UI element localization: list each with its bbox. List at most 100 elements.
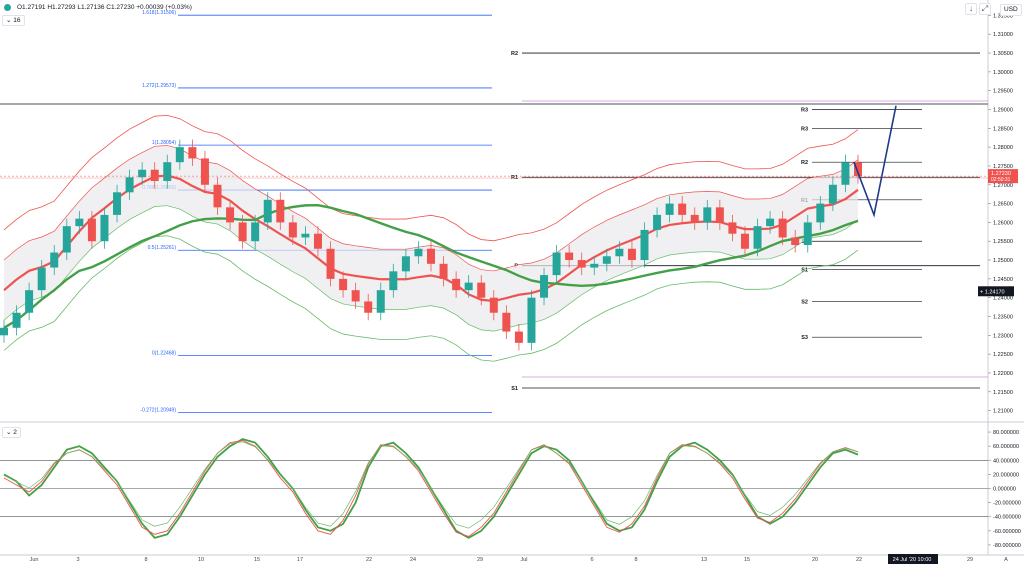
candle-body xyxy=(100,214,109,242)
price-tick-label: 1.26500 xyxy=(993,202,1013,208)
price-tick-label: 1.23000 xyxy=(993,333,1013,339)
candle-body xyxy=(213,184,222,208)
osc-tick-label: -20.000000 xyxy=(993,501,1021,507)
fib-level-label: 0.5(1.25261) xyxy=(148,245,177,251)
candle-body xyxy=(87,218,96,242)
candle-body xyxy=(778,218,787,238)
time-tick-label: 15 xyxy=(744,557,750,563)
price-tick-label: 1.21500 xyxy=(993,390,1013,396)
candle-body xyxy=(703,207,712,223)
main-pane-tag[interactable]: ⌄ 16 xyxy=(2,15,25,26)
price-tick-label: 1.28500 xyxy=(993,126,1013,132)
candle-body xyxy=(514,331,523,343)
candle-body xyxy=(163,162,172,182)
maximize-icon[interactable]: ⤢ xyxy=(979,3,991,15)
osc-tick-label: 0.000000 xyxy=(993,487,1016,493)
candle-body xyxy=(452,278,461,291)
monthly-pivot-label: S1 xyxy=(511,386,518,392)
candle-body xyxy=(288,222,297,238)
weekly-pivot-label: R2 xyxy=(801,160,808,166)
candle-body xyxy=(678,203,687,215)
price-tick-label: 1.24000 xyxy=(993,296,1013,302)
time-tick-label: 6 xyxy=(590,557,593,563)
candle-body xyxy=(489,297,498,313)
candle-body xyxy=(803,222,812,245)
candle-body xyxy=(276,199,285,223)
time-tick-label: 8 xyxy=(144,557,147,563)
price-tick-label: 1.29000 xyxy=(993,108,1013,114)
candle-body xyxy=(590,263,599,268)
price-tick-label: 1.27000 xyxy=(993,183,1013,189)
candle-body xyxy=(263,199,272,223)
price-tick-label: 1.24500 xyxy=(993,277,1013,283)
candle-body xyxy=(740,233,749,249)
candle-body xyxy=(527,297,536,343)
candle-body xyxy=(37,267,46,291)
candle-body xyxy=(439,263,448,279)
price-tick-label: 1.26000 xyxy=(993,220,1013,226)
chevron-down-icon[interactable]: ⌄ xyxy=(6,17,11,24)
candle-body xyxy=(188,147,197,159)
fib-level-label: -0.272(1.20949) xyxy=(140,408,176,414)
osc-tick-label: -40.000000 xyxy=(993,515,1021,521)
time-tick-label: 22 xyxy=(856,557,862,563)
time-tick-label: Jun xyxy=(30,557,39,563)
candle-body xyxy=(640,229,649,261)
price-tick-label: 1.25500 xyxy=(993,239,1013,245)
time-tick-label: 22 xyxy=(366,557,372,563)
candle-body xyxy=(25,290,34,313)
time-crosshair-label: 24 Jul '20 10:00 xyxy=(893,557,932,563)
candle-body xyxy=(828,184,837,204)
candle-body xyxy=(376,290,385,313)
osc-tick-label: 60.000000 xyxy=(993,444,1019,450)
chevron-down-icon[interactable]: ⌄ xyxy=(6,429,11,436)
time-tick-label: 24 xyxy=(410,557,416,563)
time-tick-label: 8 xyxy=(634,557,637,563)
time-tick-label: 29 xyxy=(967,557,973,563)
candle-body xyxy=(816,203,825,223)
crosshair-price-label: + 1.24170 xyxy=(980,289,1005,295)
candle-body xyxy=(464,282,473,291)
price-tick-label: 1.22000 xyxy=(993,371,1013,377)
price-tick-label: 1.30500 xyxy=(993,51,1013,57)
fib-level-label: 0(1.22468) xyxy=(152,350,177,356)
candle-body xyxy=(75,218,84,227)
weekly-pivot-label: R3 xyxy=(801,108,808,114)
price-tick-label: 1.25000 xyxy=(993,258,1013,264)
candle-body xyxy=(351,290,360,302)
candle-body xyxy=(125,177,134,193)
candle-body xyxy=(238,222,247,242)
time-tick-label: 15 xyxy=(254,557,260,563)
time-tick-label: Jul xyxy=(520,557,527,563)
candle-body xyxy=(313,233,322,249)
currency-label[interactable]: USD xyxy=(1000,4,1022,16)
candle-body xyxy=(791,237,800,245)
fib-level-label: 1.272(1.29573) xyxy=(142,83,176,89)
candle-body xyxy=(841,162,850,185)
candle-body xyxy=(301,233,310,238)
oscillator-pane-tag[interactable]: ⌄ 2 xyxy=(2,427,21,438)
time-tick-label: A xyxy=(1004,557,1008,563)
candle-body xyxy=(339,278,348,291)
candle-body xyxy=(364,301,373,313)
candle-body xyxy=(690,214,699,223)
price-tick-label: 1.22500 xyxy=(993,352,1013,358)
candle-body xyxy=(615,248,624,257)
candle-body xyxy=(728,222,737,234)
ohlc-readout: O1.27191 H1.27293 L1.27136 C1.27230 +0.0… xyxy=(17,3,192,11)
price-tick-label: 1.27500 xyxy=(993,164,1013,170)
candle-body xyxy=(602,256,611,264)
monthly-pivot-label: R2 xyxy=(511,51,518,57)
price-chart[interactable]: 1.315001.310001.305001.300001.295001.290… xyxy=(0,0,1024,570)
candle-body xyxy=(627,248,636,261)
time-tick-label: 13 xyxy=(701,557,707,563)
candle-body xyxy=(251,222,260,242)
candle-body xyxy=(753,226,762,249)
candle-body xyxy=(326,248,335,279)
osc-tick-label: 40.000000 xyxy=(993,458,1019,464)
price-tick-label: 1.29500 xyxy=(993,89,1013,95)
price-tick-label: 1.30000 xyxy=(993,70,1013,76)
arrow-down-icon[interactable]: ↓ xyxy=(965,3,977,15)
candle-body xyxy=(12,312,21,328)
price-tick-label: 1.21000 xyxy=(993,409,1013,415)
